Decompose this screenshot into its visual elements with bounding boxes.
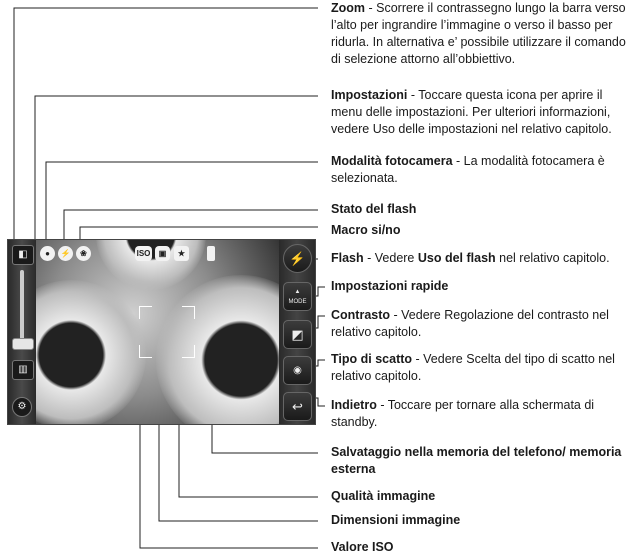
camera-screen: ● ⚡ ❀ ISO ▣ ★ ◧ ▥ ⚙ ⚡ ▲ MODE ◩ ◉ ↩ — [7, 239, 316, 425]
annotation-camera-mode: Modalità fotocamera - La modalità fotoca… — [331, 154, 605, 185]
macro-icon: ❀ — [76, 246, 91, 261]
image-quality-icon: ★ — [174, 246, 189, 261]
flash-icon[interactable]: ⚡ — [283, 244, 312, 273]
line-zoom — [13, 7, 318, 250]
zoom-icon[interactable]: ◧ — [12, 245, 34, 265]
annotation-image-size: Dimensioni immagine — [331, 513, 461, 527]
annotation-back: Indietro - Toccare per tornare alla sche… — [331, 398, 595, 429]
mode-label: MODE — [288, 299, 307, 305]
memory-icon — [207, 246, 215, 261]
annotation-settings: Impostazioni - Toccare questa icona per … — [331, 88, 612, 136]
flash-status-icon: ⚡ — [58, 246, 73, 261]
camera-mode-icon: ● — [40, 246, 55, 261]
focus-corner — [182, 345, 195, 358]
zoom-slider-thumb[interactable] — [12, 338, 34, 350]
zoom-level-icon: ▥ — [12, 360, 34, 380]
annotation-iso: Valore ISO — [331, 540, 394, 554]
image-size-icon: ▣ — [155, 246, 170, 261]
focus-corner — [139, 345, 152, 358]
viewfinder-image: ● ⚡ ❀ ISO ▣ ★ — [8, 240, 315, 424]
annotation-contrast: Contrasto - Vedere Regolazione del contr… — [331, 308, 609, 339]
gear-icon[interactable]: ⚙ — [12, 397, 32, 417]
mode-icon[interactable]: ▲ MODE — [283, 282, 312, 311]
annotation-memory: Salvataggio nella memoria del telefono/ … — [331, 445, 622, 476]
annotation-shot-type: Tipo di scatto - Vedere Scelta del tipo … — [331, 352, 615, 383]
shot-type-icon[interactable]: ◉ — [283, 356, 312, 385]
camera-controls-sidebar: ⚡ ▲ MODE ◩ ◉ ↩ — [279, 240, 315, 424]
iso-icon: ISO — [135, 246, 152, 261]
line-camera-mode — [45, 161, 318, 245]
focus-corner — [182, 306, 195, 319]
zoom-sidebar: ◧ ▥ ⚙ — [8, 240, 36, 424]
annotation-image-quality: Qualità immagine — [331, 489, 436, 503]
annotation-zoom: Zoom - Scorrere il contrassegno lungo la… — [331, 1, 626, 66]
annotation-quick-settings: Impostazioni rapide — [331, 279, 449, 293]
annotation-macro: Macro si/no — [331, 223, 401, 237]
annotation-flash: Flash - Vedere Uso del flash nel relativ… — [331, 251, 610, 265]
focus-corner — [139, 306, 152, 319]
back-icon[interactable]: ↩ — [283, 392, 312, 421]
annotation-flash-status: Stato del flash — [331, 202, 417, 216]
contrast-icon[interactable]: ◩ — [283, 320, 312, 349]
